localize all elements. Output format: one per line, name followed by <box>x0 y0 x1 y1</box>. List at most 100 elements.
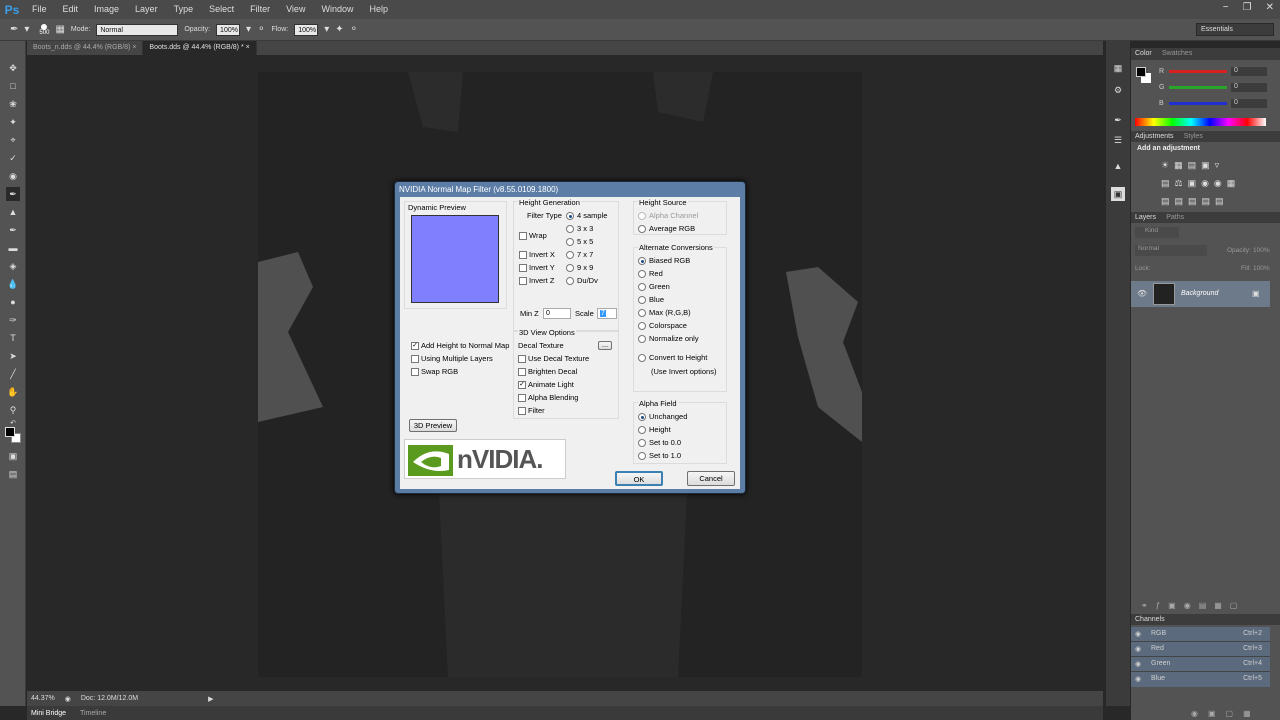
menu-window[interactable]: Window <box>313 0 361 19</box>
healing-brush-icon[interactable]: ◉ <box>6 169 20 183</box>
eraser-tool-icon[interactable]: ▬ <box>6 241 20 255</box>
brush-preset-picker[interactable]: 500 <box>39 23 49 36</box>
height-radio[interactable] <box>638 426 646 434</box>
eye-icon[interactable]: ◉ <box>1135 630 1141 638</box>
red-radio[interactable] <box>638 270 646 278</box>
move-tool-icon[interactable]: ✥ <box>6 61 20 75</box>
filter-9x9-radio[interactable] <box>566 264 574 272</box>
invert-y-checkbox[interactable] <box>519 264 527 272</box>
add-height-checkbox[interactable]: ✓ <box>411 342 419 350</box>
navigator-icon[interactable]: ▣ <box>1111 187 1125 201</box>
foreground-color-swatch[interactable] <box>1136 67 1146 77</box>
channel-row-red[interactable]: ◉ Red Ctrl+3 <box>1131 642 1270 657</box>
eye-icon[interactable]: ◉ <box>1135 675 1141 683</box>
type-tool-icon[interactable]: T <box>6 331 20 345</box>
colorspace-radio[interactable] <box>638 322 646 330</box>
close-icon[interactable]: ✕ <box>1266 2 1274 13</box>
green-radio[interactable] <box>638 283 646 291</box>
tab-paths[interactable]: Paths <box>1162 212 1188 223</box>
eye-icon[interactable]: 👁 <box>1137 289 1147 298</box>
brush-panel-icon[interactable]: ▦ <box>55 24 64 35</box>
g-value[interactable]: 0 <box>1231 83 1267 92</box>
g-slider[interactable] <box>1169 86 1227 89</box>
channel-row-blue[interactable]: ◉ Blue Ctrl+5 <box>1131 672 1270 687</box>
channel-action-icons[interactable]: ◉▣▢▦ <box>1191 709 1271 718</box>
tab-layers[interactable]: Layers <box>1131 212 1160 223</box>
path-select-icon[interactable]: ➤ <box>6 349 20 363</box>
average-rgb-radio[interactable] <box>638 225 646 233</box>
filter-5x5-radio[interactable] <box>566 238 574 246</box>
use-decal-checkbox[interactable] <box>518 355 526 363</box>
line-tool-icon[interactable]: ╱ <box>6 367 20 381</box>
minimize-icon[interactable]: − <box>1223 2 1229 13</box>
multiple-layers-checkbox[interactable] <box>411 355 419 363</box>
quick-mask-icon[interactable]: ▣ <box>6 449 20 463</box>
filter-checkbox[interactable] <box>518 407 526 415</box>
channel-row-rgb[interactable]: ◉ RGB Ctrl+2 <box>1131 627 1270 642</box>
layer-fill[interactable]: 100% <box>1253 265 1270 272</box>
tab-timeline[interactable]: Timeline <box>80 710 106 717</box>
crop-tool-icon[interactable]: ⌖ <box>6 133 20 147</box>
play-icon[interactable]: ▶ <box>208 695 213 703</box>
tab-adjustments[interactable]: Adjustments <box>1131 131 1178 142</box>
history-brush-icon[interactable]: ✒ <box>6 223 20 237</box>
menu-file[interactable]: File <box>24 0 55 19</box>
brush-tool-icon[interactable]: ✒ <box>6 187 20 201</box>
scale-input[interactable]: 7 <box>597 308 617 319</box>
b-slider[interactable] <box>1169 102 1227 105</box>
blur-tool-icon[interactable]: 💧 <box>6 277 20 291</box>
brush-presets-icon[interactable]: ☰ <box>1111 133 1125 147</box>
minz-input[interactable]: 0 <box>543 308 571 319</box>
set-to-zero-radio[interactable] <box>638 439 646 447</box>
ok-button[interactable]: OK <box>615 471 663 486</box>
chevron-down-icon[interactable]: ▾ <box>246 24 251 35</box>
brush-tool-icon[interactable]: ✒ <box>10 24 18 35</box>
tab-color[interactable]: Color <box>1131 48 1156 59</box>
menu-view[interactable]: View <box>278 0 313 19</box>
filter-3x3-radio[interactable] <box>566 225 574 233</box>
pressure-opacity-icon[interactable]: ⚬ <box>257 24 265 35</box>
foreground-color-swatch[interactable] <box>5 427 15 437</box>
menu-select[interactable]: Select <box>201 0 242 19</box>
blue-radio[interactable] <box>638 296 646 304</box>
menu-filter[interactable]: Filter <box>242 0 278 19</box>
layer-kind-filter[interactable]: Kind <box>1135 227 1179 238</box>
restore-icon[interactable]: ❐ <box>1243 2 1252 13</box>
zoom-level[interactable]: 44.37% <box>31 695 55 702</box>
lasso-tool-icon[interactable]: ❀ <box>6 97 20 111</box>
marquee-tool-icon[interactable]: □ <box>6 79 20 93</box>
screen-mode-icon[interactable]: ▤ <box>6 467 20 481</box>
brighten-decal-checkbox[interactable] <box>518 368 526 376</box>
animate-light-checkbox[interactable]: ✓ <box>518 381 526 389</box>
menu-image[interactable]: Image <box>86 0 127 19</box>
channel-row-green[interactable]: ◉ Green Ctrl+4 <box>1131 657 1270 672</box>
mode-select[interactable]: Normal <box>96 23 179 36</box>
tab-swatches[interactable]: Swatches <box>1158 48 1196 59</box>
adjustment-icons[interactable]: ☀▦▤▣▿ ▤⚖▣◉◉▦ ▤▤▤▤▤ <box>1161 156 1271 210</box>
browse-decal-button[interactable]: ... <box>598 341 612 350</box>
flow-field[interactable]: 100% <box>294 23 319 36</box>
stamp-tool-icon[interactable]: ▲ <box>6 205 20 219</box>
zoom-tool-icon[interactable]: ⚲ <box>6 403 20 417</box>
properties-icon[interactable]: ⚙ <box>1111 83 1125 97</box>
tab-mini-bridge[interactable]: Mini Bridge <box>31 710 66 717</box>
info-icon[interactable]: ◉ <box>65 695 71 703</box>
filter-4sample-radio[interactable] <box>566 212 574 220</box>
pen-tool-icon[interactable]: ✑ <box>6 313 20 327</box>
tab-boots[interactable]: Boots.dds @ 44.4% (RGB/8) * × <box>143 41 257 55</box>
menu-type[interactable]: Type <box>166 0 202 19</box>
alpha-channel-radio[interactable] <box>638 212 646 220</box>
set-to-one-radio[interactable] <box>638 452 646 460</box>
tab-boots-n[interactable]: Boots_n.dds @ 44.4% (RGB/8) × <box>27 41 144 55</box>
color-spectrum[interactable] <box>1135 118 1266 126</box>
wrap-checkbox[interactable] <box>519 232 527 240</box>
clone-source-icon[interactable]: ▲ <box>1111 159 1125 173</box>
invert-x-checkbox[interactable] <box>519 251 527 259</box>
cancel-button[interactable]: Cancel <box>687 471 735 486</box>
filter-7x7-radio[interactable] <box>566 251 574 259</box>
quick-select-icon[interactable]: ✦ <box>6 115 20 129</box>
tab-channels[interactable]: Channels <box>1131 614 1169 625</box>
history-icon[interactable]: ▦ <box>1111 61 1125 75</box>
r-slider[interactable] <box>1169 70 1227 73</box>
workspace-select[interactable]: Essentials <box>1196 23 1274 36</box>
